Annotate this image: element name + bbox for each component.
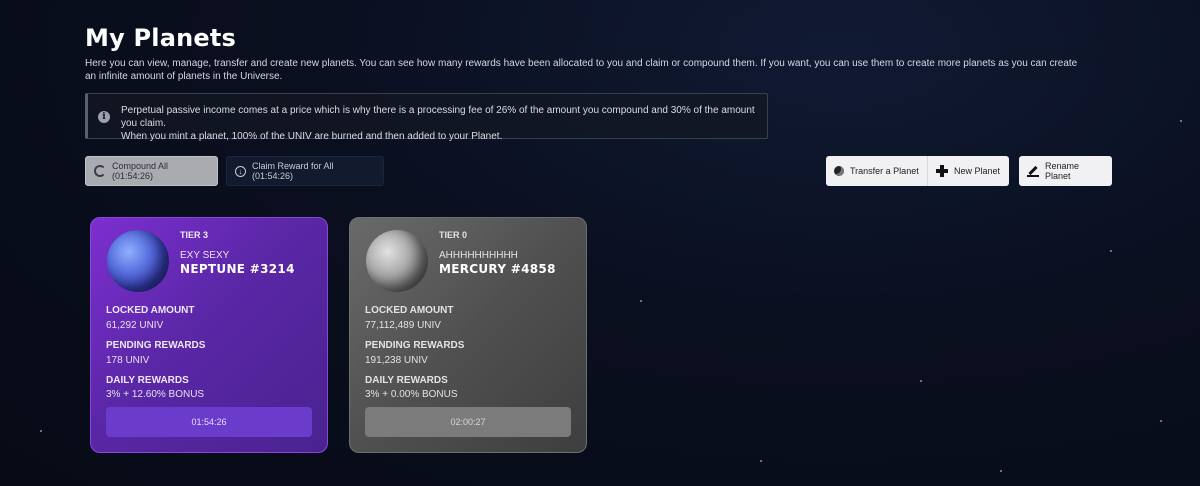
notice-line-2: When you mint a planet, 100% of the UNIV… bbox=[121, 131, 503, 142]
compound-all-label: Compound All (01:54:26) bbox=[112, 161, 169, 181]
refresh-icon bbox=[94, 165, 106, 177]
transfer-planet-button[interactable]: Transfer a Planet bbox=[826, 156, 927, 186]
planet-name: NEPTUNE #3214 bbox=[180, 262, 295, 276]
claim-all-label: Claim Reward for All (01:54:26) bbox=[252, 161, 334, 181]
plus-icon bbox=[936, 165, 948, 177]
page-title: My Planets bbox=[85, 24, 237, 52]
planet-icon bbox=[834, 166, 844, 176]
planet-timer-button[interactable]: 01:54:26 bbox=[106, 407, 312, 437]
pending-rewards-label: PENDING REWARDS bbox=[365, 340, 465, 351]
transfer-planet-label: Transfer a Planet bbox=[850, 166, 919, 176]
pending-rewards-value: 191,238 UNIV bbox=[365, 355, 428, 366]
notice-line-1: Perpetual passive income comes at a pric… bbox=[121, 105, 755, 129]
new-planet-label: New Planet bbox=[954, 166, 1001, 176]
pencil-icon bbox=[1027, 165, 1039, 177]
download-circle-icon: ↓ bbox=[235, 165, 246, 177]
planet-tier: TIER 3 bbox=[180, 230, 209, 240]
daily-rewards-value: 3% + 12.60% BONUS bbox=[106, 389, 205, 400]
locked-amount-value: 61,292 UNIV bbox=[106, 320, 164, 331]
planet-card-mercury[interactable]: TIER 0 AHHHHHHHHHH MERCURY #4858 LOCKED … bbox=[349, 217, 587, 453]
pending-rewards-label: PENDING REWARDS bbox=[106, 340, 206, 351]
claim-all-button[interactable]: ↓ Claim Reward for All (01:54:26) bbox=[226, 156, 384, 186]
neptune-planet-image bbox=[107, 230, 169, 292]
rename-planet-label: Rename Planet bbox=[1045, 161, 1080, 181]
pending-rewards-value: 178 UNIV bbox=[106, 355, 150, 366]
locked-amount-value: 77,112,489 UNIV bbox=[365, 320, 441, 331]
planet-name: MERCURY #4858 bbox=[439, 262, 556, 276]
compound-all-button[interactable]: Compound All (01:54:26) bbox=[85, 156, 218, 186]
daily-rewards-label: DAILY REWARDS bbox=[106, 375, 189, 386]
daily-rewards-label: DAILY REWARDS bbox=[365, 375, 448, 386]
planet-nickname: EXY SEXY bbox=[180, 250, 230, 261]
notice-text: Perpetual passive income comes at a pric… bbox=[121, 104, 761, 143]
planet-nickname: AHHHHHHHHHH bbox=[439, 250, 518, 261]
new-planet-button[interactable]: New Planet bbox=[927, 156, 1009, 186]
planet-tier: TIER 0 bbox=[439, 230, 468, 240]
locked-amount-label: LOCKED AMOUNT bbox=[365, 305, 454, 316]
planet-card-neptune[interactable]: TIER 3 EXY SEXY NEPTUNE #3214 LOCKED AMO… bbox=[90, 217, 328, 453]
fee-notice: i Perpetual passive income comes at a pr… bbox=[85, 93, 768, 142]
daily-rewards-value: 3% + 0.00% BONUS bbox=[365, 389, 458, 400]
rename-planet-button[interactable]: Rename Planet bbox=[1019, 156, 1112, 186]
planet-timer-button[interactable]: 02:00:27 bbox=[365, 407, 571, 437]
info-icon: i bbox=[98, 111, 110, 123]
page-intro: Here you can view, manage, transfer and … bbox=[85, 58, 1078, 82]
locked-amount-label: LOCKED AMOUNT bbox=[106, 305, 195, 316]
mercury-planet-image bbox=[366, 230, 428, 292]
